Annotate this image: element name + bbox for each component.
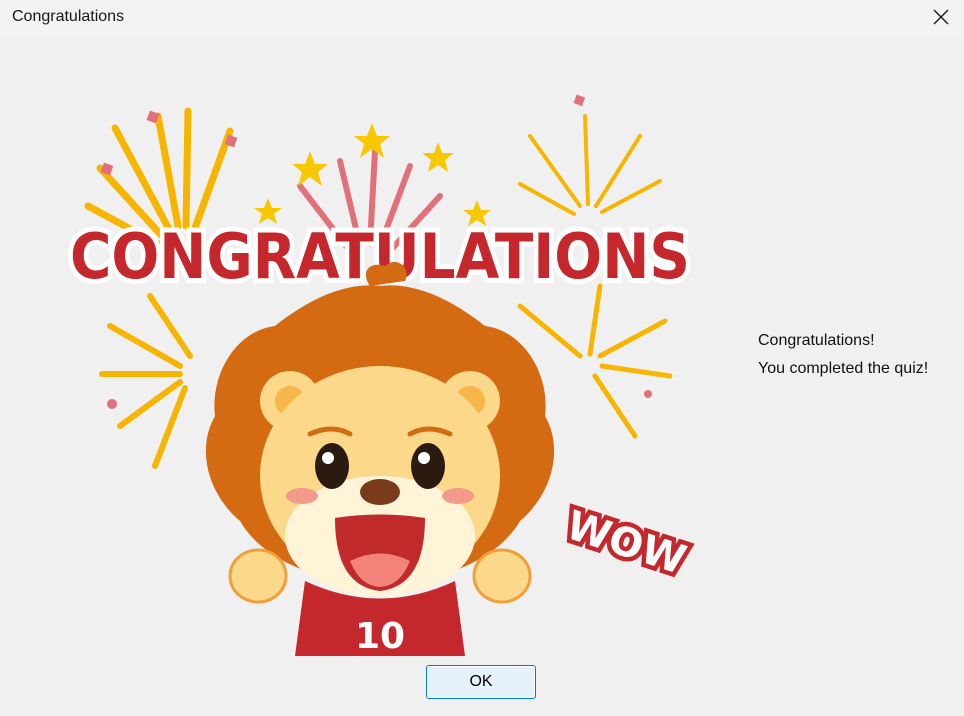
message-text: Congratulations! You completed the quiz! bbox=[758, 327, 928, 383]
window-title: Congratulations bbox=[12, 8, 125, 25]
close-button[interactable] bbox=[918, 0, 964, 34]
lion-character: 10 bbox=[205, 261, 555, 656]
ok-button[interactable]: OK bbox=[426, 665, 536, 699]
jersey-number: 10 bbox=[355, 616, 405, 656]
wow-text: WOW bbox=[561, 502, 691, 584]
message-line-2: You completed the quiz! bbox=[758, 360, 929, 377]
title-bar: Congratulations bbox=[0, 0, 964, 38]
congratulations-illustration: CONGRATULATIONS 10 WOW bbox=[65, 94, 696, 656]
close-icon bbox=[933, 9, 949, 25]
message-line-1: Congratulations! bbox=[758, 332, 875, 349]
